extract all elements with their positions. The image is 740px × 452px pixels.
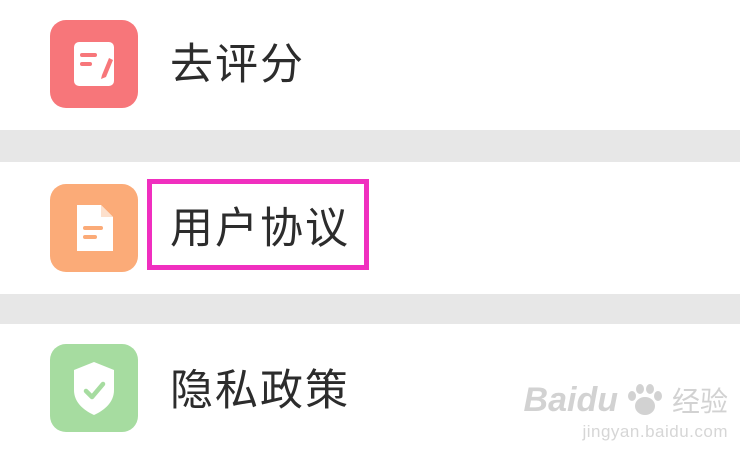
watermark-name: 经验: [671, 385, 728, 418]
edit-note-icon: [50, 20, 138, 108]
watermark-url: jingyan.baidu.com: [582, 422, 728, 441]
menu-item-label: 隐私政策: [170, 366, 350, 416]
menu-item-label: 用户协议: [170, 204, 350, 254]
section-separator: [0, 130, 740, 162]
menu-item-user-agreement[interactable]: 用户协议: [0, 162, 740, 294]
menu-item-rate[interactable]: 去评分: [0, 0, 740, 130]
section-separator: [0, 294, 740, 324]
baidu-jingyan-watermark: Baidu 经验 jingyan.baidu.com: [524, 380, 728, 442]
watermark-logo: Baidu: [523, 380, 618, 419]
menu-item-label: 去评分: [170, 40, 305, 90]
shield-check-icon: [50, 344, 138, 432]
paw-icon: [627, 384, 662, 415]
document-icon: [50, 184, 138, 272]
